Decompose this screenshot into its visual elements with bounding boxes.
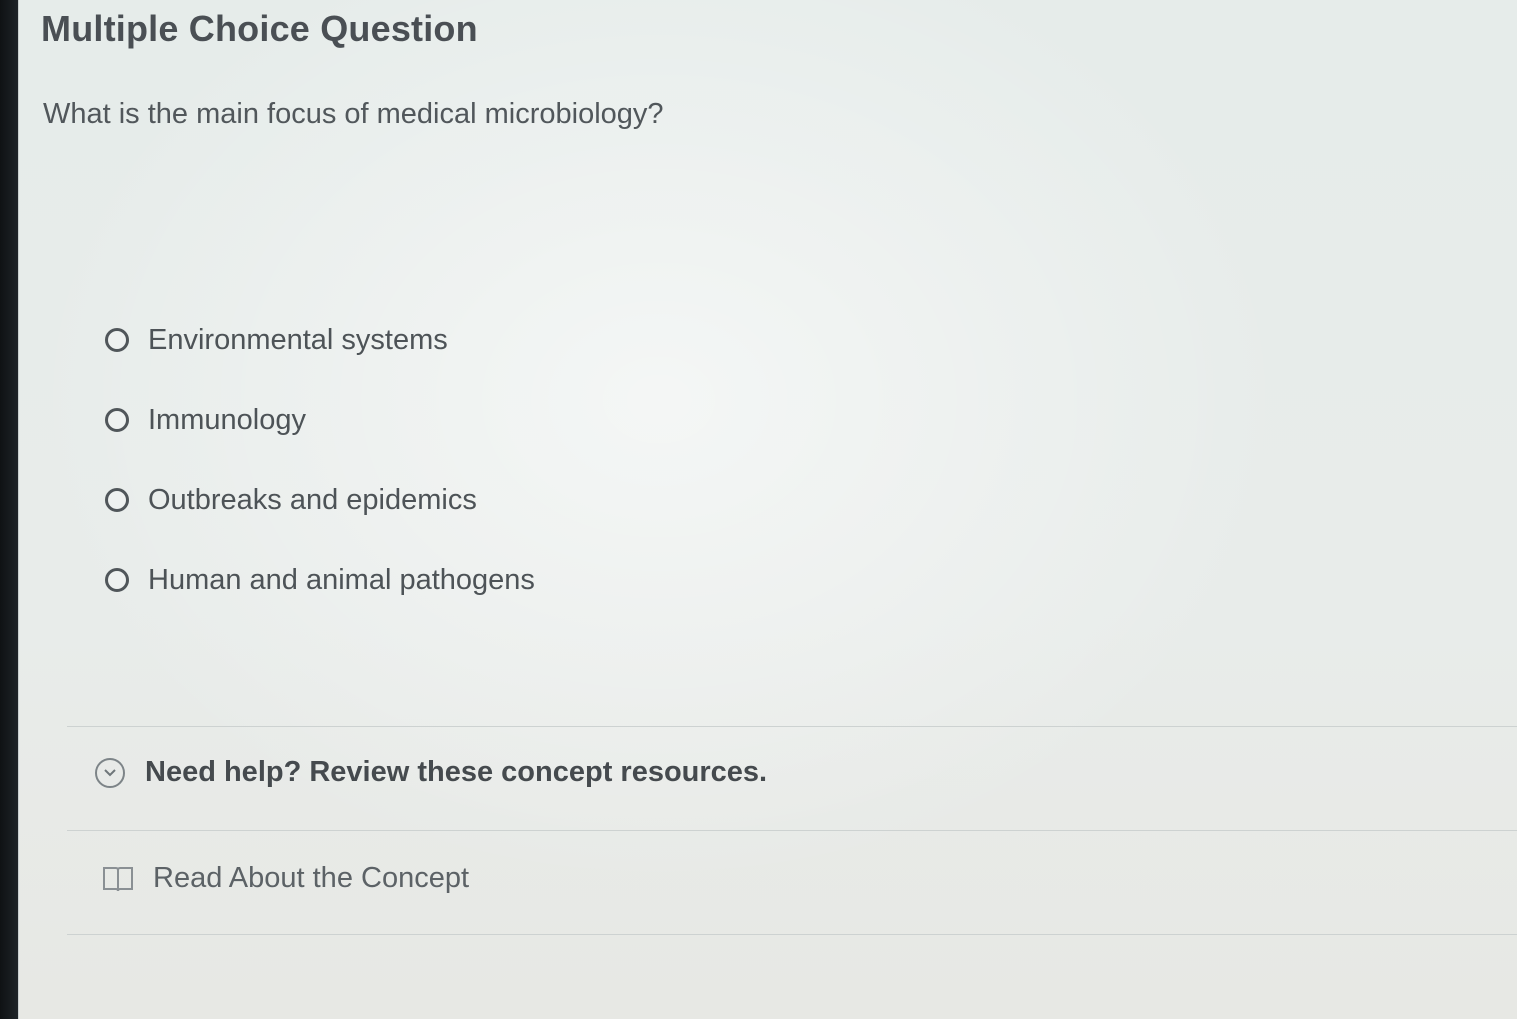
answer-option-label: Outbreaks and epidemics: [148, 483, 477, 516]
chevron-down-circle-icon: [95, 757, 125, 788]
concept-resources-toggle[interactable]: Need help? Review these concept resource…: [95, 756, 767, 789]
question-page: Multiple Choice Question What is the mai…: [18, 0, 1517, 1019]
read-about-concept-link[interactable]: Read About the Concept: [101, 862, 469, 895]
divider: [67, 830, 1517, 831]
question-type-heading: Multiple Choice Question: [41, 8, 478, 49]
read-about-concept-label: Read About the Concept: [153, 862, 470, 894]
answer-option[interactable]: Outbreaks and epidemics: [105, 460, 535, 540]
answer-options: Environmental systems Immunology Outbrea…: [105, 300, 535, 620]
radio-button[interactable]: [105, 328, 129, 352]
book-icon: [101, 864, 135, 894]
divider: [67, 934, 1517, 935]
concept-resources-label: Need help? Review these concept resource…: [145, 756, 768, 788]
answer-option[interactable]: Human and animal pathogens: [105, 540, 535, 620]
radio-button[interactable]: [105, 408, 129, 432]
radio-button[interactable]: [105, 488, 129, 512]
answer-option-label: Human and animal pathogens: [148, 563, 535, 596]
answer-option[interactable]: Environmental systems: [105, 300, 535, 380]
answer-option[interactable]: Immunology: [105, 380, 535, 460]
answer-option-label: Environmental systems: [148, 323, 448, 356]
question-prompt: What is the main focus of medical microb…: [43, 98, 664, 130]
radio-button[interactable]: [105, 568, 129, 592]
answer-option-label: Immunology: [148, 403, 306, 436]
divider: [67, 726, 1517, 727]
